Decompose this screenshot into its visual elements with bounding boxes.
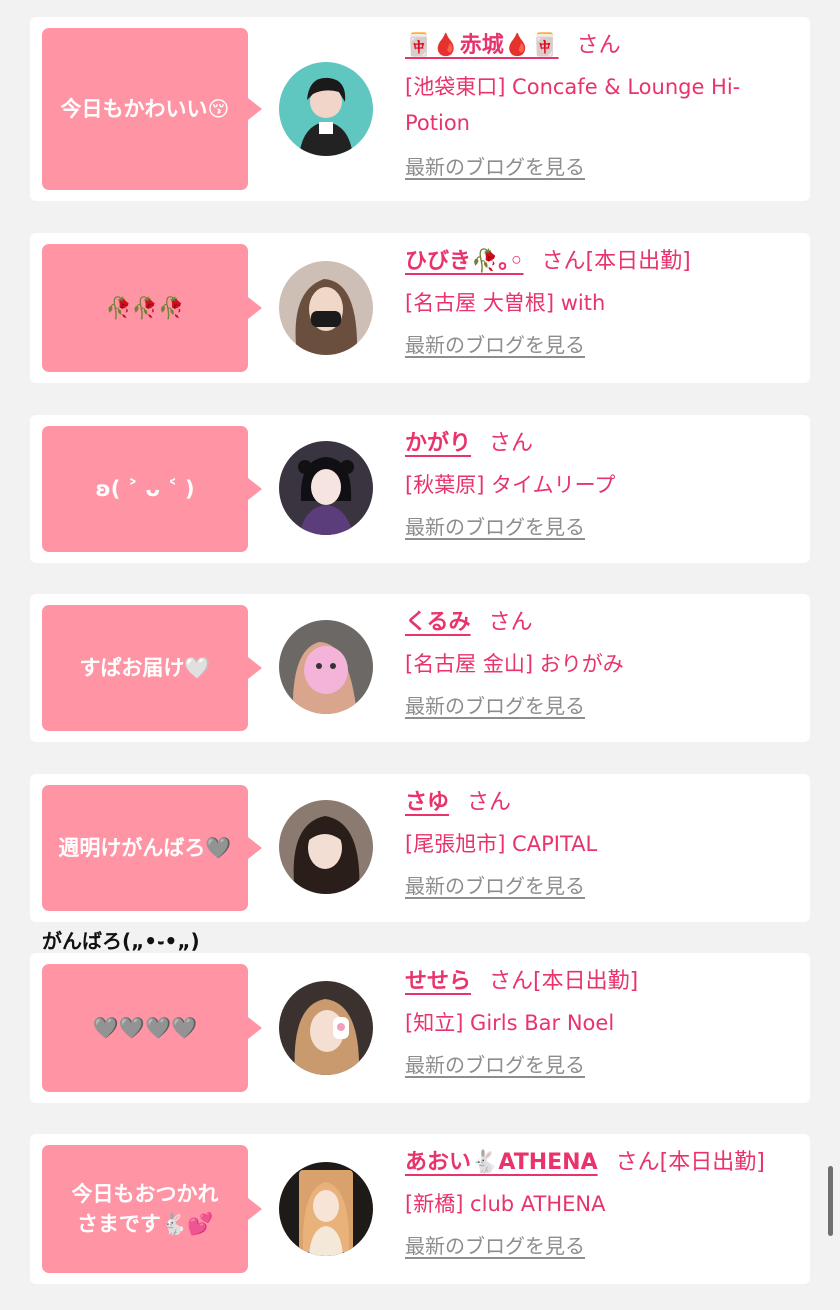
girl-card: 今日もおつかれさまです🐇💕 あおい🐇ATHENA さん[本日出勤] [新橋] cl… <box>30 1134 810 1284</box>
girl-card: ʚ( ˃ ᴗ ˂ ) かがり さん [秋葉原] タイムリープ 最新のブログを見る <box>30 415 810 563</box>
honorific: さん <box>541 249 586 274</box>
honorific: さん <box>488 610 533 635</box>
girl-name-link[interactable]: せせら <box>405 969 471 994</box>
message-bubble: ʚ( ˃ ᴗ ˂ ) <box>42 426 262 552</box>
girl-card: 🩶🩶🩶🩶 せせら さん[本日出勤] [知立] Girls Bar Noel 最新の… <box>30 953 810 1103</box>
girl-card: 🥀🥀🥀 ひびき🥀｡◦ さん[本日出勤] [名古屋 大曽根] with 最新のブログ… <box>30 233 810 383</box>
girl-card: 今日もかわいい😚 🀄🩸赤城🩸🀄 さん [池袋東口] Concafe & Loung… <box>30 17 810 201</box>
shop-label: [秋葉原] タイムリープ <box>405 473 616 497</box>
shop-label: [名古屋 金山] おりがみ <box>405 652 624 676</box>
status-badge: [本日出勤] <box>585 249 691 274</box>
blog-link[interactable]: 最新のブログを見る <box>405 329 585 358</box>
honorific: さん <box>467 790 512 815</box>
honorific: さん <box>615 1150 660 1175</box>
shop-label: [知立] Girls Bar Noel <box>405 1011 615 1035</box>
avatar[interactable] <box>279 1162 373 1256</box>
blog-link[interactable]: 最新のブログを見る <box>405 690 585 719</box>
comment-text: がんばろ(„•֊•„) <box>42 929 200 953</box>
blog-link[interactable]: 最新のブログを見る <box>405 511 585 540</box>
girl-name-link[interactable]: 🀄🩸赤城🩸🀄 <box>405 33 559 58</box>
blog-link[interactable]: 最新のブログを見る <box>405 870 585 899</box>
scrollbar[interactable] <box>828 1166 833 1236</box>
girl-name-link[interactable]: くるみ <box>405 610 471 635</box>
honorific: さん <box>576 33 621 58</box>
message-bubble: 今日もかわいい😚 <box>42 28 262 190</box>
honorific: さん <box>489 969 534 994</box>
girl-name-link[interactable]: ひびき🥀｡◦ <box>405 249 523 274</box>
avatar[interactable] <box>279 441 373 535</box>
message-bubble: 今日もおつかれさまです🐇💕 <box>42 1145 262 1273</box>
girl-card: すぱお届け🤍 くるみ さん [名古屋 金山] おりがみ 最新のブログを見る <box>30 594 810 742</box>
blog-link[interactable]: 最新のブログを見る <box>405 1230 585 1259</box>
avatar[interactable] <box>279 261 373 355</box>
blog-link[interactable]: 最新のブログを見る <box>405 1049 585 1078</box>
shop-label: [新橋] club ATHENA <box>405 1192 606 1216</box>
girl-name-link[interactable]: かがり <box>405 431 471 456</box>
avatar[interactable] <box>279 62 373 156</box>
avatar[interactable] <box>279 981 373 1075</box>
status-badge: [本日出勤] <box>533 969 639 994</box>
shop-label: [名古屋 大曽根] with <box>405 291 606 315</box>
message-bubble: 🥀🥀🥀 <box>42 244 262 372</box>
girl-name-link[interactable]: さゆ <box>405 790 449 815</box>
honorific: さん <box>489 431 534 456</box>
girl-card: 週明けがんばろ🩶 さゆ さん [尾張旭市] CAPITAL 最新のブログを見る <box>30 774 810 922</box>
message-bubble: 🩶🩶🩶🩶 <box>42 964 262 1092</box>
blog-link[interactable]: 最新のブログを見る <box>405 151 585 180</box>
message-bubble: すぱお届け🤍 <box>42 605 262 731</box>
message-bubble: 週明けがんばろ🩶 <box>42 785 262 911</box>
status-badge: [本日出勤] <box>659 1150 765 1175</box>
shop-label: [尾張旭市] CAPITAL <box>405 832 598 856</box>
shop-label: [池袋東口] Concafe & Lounge Hi-Potion <box>405 75 741 135</box>
avatar[interactable] <box>279 620 373 714</box>
girl-name-link[interactable]: あおい🐇ATHENA <box>405 1150 598 1175</box>
avatar[interactable] <box>279 800 373 894</box>
